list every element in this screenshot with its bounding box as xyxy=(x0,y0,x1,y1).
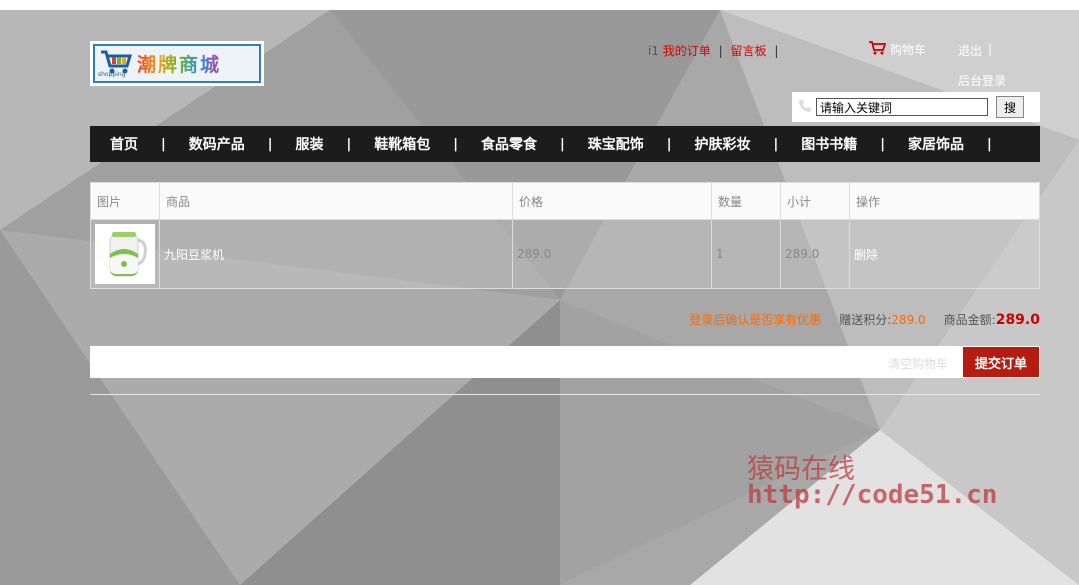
logo-text: 潮牌商城 xyxy=(137,50,221,77)
nav-item-jewelry[interactable]: 珠宝配饰 xyxy=(588,134,644,154)
amount-label: 商品金额: xyxy=(943,313,996,327)
nav-separator: | xyxy=(346,136,352,152)
amount-value: 289.0 xyxy=(995,312,1040,328)
nav-item-clothing[interactable]: 服装 xyxy=(296,134,324,154)
admin-login-link[interactable]: 后台登录 xyxy=(958,72,1006,89)
search-bar: 搜 xyxy=(792,92,1040,122)
col-price: 价格 xyxy=(512,182,712,220)
search-input[interactable] xyxy=(816,98,988,116)
separator: | xyxy=(718,44,723,58)
cart-table: 图片 商品 价格 数量 小计 操作 九阳豆浆机 289.0 1 289.0 删除 xyxy=(90,182,1040,289)
cart-link[interactable]: 购物车 xyxy=(868,40,926,58)
separator: | xyxy=(988,42,993,56)
col-qty: 数量 xyxy=(711,182,781,220)
logout-link[interactable]: 退出 xyxy=(958,42,982,59)
phone-icon xyxy=(798,99,812,116)
top-links: i1 我的订单 | 留言板 | xyxy=(648,42,782,59)
nav-item-home[interactable]: 首页 xyxy=(110,134,138,154)
nav-item-books[interactable]: 图书书籍 xyxy=(801,134,857,154)
nav-separator: | xyxy=(453,136,458,152)
nav-separator: | xyxy=(773,136,779,152)
nav-separator: | xyxy=(560,136,565,152)
nav-item-cosmetics[interactable]: 护肤彩妆 xyxy=(695,134,751,154)
logo-subtext: shopping xyxy=(98,71,126,78)
col-image: 图片 xyxy=(90,182,160,220)
nav-separator: | xyxy=(666,136,672,152)
cart-actions: 清空购物车 提交订单 xyxy=(90,346,1040,378)
order-summary: 登录后确认是否享有优惠 赠送积分: 289.0 商品金额: 289.0 xyxy=(689,311,1040,328)
nav-item-food[interactable]: 食品零食 xyxy=(481,134,537,154)
page: shopping 潮牌商城 i1 我的订单 | 留言板 | 购物车 退出 | 后… xyxy=(0,0,1079,585)
points-value: 289.0 xyxy=(891,313,926,327)
cart-logo-icon: shopping xyxy=(95,46,137,81)
col-product: 商品 xyxy=(159,182,513,220)
product-name[interactable]: 九阳豆浆机 xyxy=(159,219,513,289)
cart-icon xyxy=(868,40,887,58)
nav-item-shoes-bags[interactable]: 鞋靴箱包 xyxy=(374,134,430,154)
nav-separator: | xyxy=(161,136,166,152)
product-subtotal: 289.0 xyxy=(780,219,850,289)
table-row: 九阳豆浆机 289.0 1 289.0 删除 xyxy=(90,219,1040,289)
delete-link[interactable]: 删除 xyxy=(849,219,1040,289)
separator: | xyxy=(774,44,779,58)
col-subtotal: 小计 xyxy=(780,182,850,220)
cart-label: 购物车 xyxy=(890,42,927,57)
nav-separator: | xyxy=(987,136,992,152)
cart-table-header: 图片 商品 价格 数量 小计 操作 xyxy=(90,182,1040,220)
points-label: 赠送积分: xyxy=(839,313,892,327)
nav-item-home-decor[interactable]: 家居饰品 xyxy=(908,134,964,154)
product-qty: 1 xyxy=(711,219,781,289)
my-orders-link[interactable]: 我的订单 xyxy=(663,44,711,58)
login-discount-tip[interactable]: 登录后确认是否享有优惠 xyxy=(689,311,821,328)
main-nav: 首页 | 数码产品 | 服装 | 鞋靴箱包 | 食品零食 | 珠宝配饰 | 护肤… xyxy=(90,126,1040,162)
product-price: 289.0 xyxy=(512,219,712,289)
site-logo[interactable]: shopping 潮牌商城 xyxy=(90,41,264,86)
product-image-cell xyxy=(90,219,160,289)
guestbook-link[interactable]: 留言板 xyxy=(731,44,767,58)
submit-order-button[interactable]: 提交订单 xyxy=(963,347,1039,377)
col-action: 操作 xyxy=(849,182,1040,220)
search-button[interactable]: 搜 xyxy=(996,96,1024,118)
clear-cart-link[interactable]: 清空购物车 xyxy=(888,355,948,372)
nav-item-digital[interactable]: 数码产品 xyxy=(189,134,245,154)
divider xyxy=(90,394,1040,395)
soymilk-maker-image[interactable] xyxy=(95,224,155,284)
user-prefix: i1 xyxy=(648,44,659,58)
watermark-url: http://code51.cn xyxy=(747,480,998,510)
nav-separator: | xyxy=(880,136,885,152)
nav-separator: | xyxy=(267,136,273,152)
